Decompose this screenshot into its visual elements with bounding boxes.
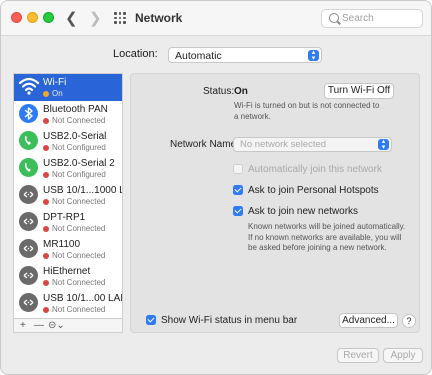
search-icon	[329, 13, 339, 23]
status-dot-icon	[43, 171, 49, 178]
show-wifi-status-label: Show Wi-Fi status in menu bar	[161, 315, 298, 326]
revert-button[interactable]: Revert	[337, 348, 379, 363]
status-dot-icon	[43, 225, 49, 232]
service-name: HiEthernet	[43, 266, 91, 277]
service-name: USB 10/1...1000 LAN	[43, 185, 122, 196]
search-input[interactable]	[342, 12, 420, 25]
popup-arrows-icon: ▴ ▾	[308, 49, 319, 62]
window-title: Network	[135, 11, 183, 25]
location-label: Location:	[113, 48, 158, 60]
wifi-detail-panel: Status: On Turn Wi-Fi Off Wi-Fi is turne…	[130, 73, 420, 333]
show-wifi-status-checkbox[interactable]	[146, 315, 156, 325]
status-description: Wi-Fi is turned on but is not connected …	[234, 101, 380, 121]
status-label: Status:	[203, 86, 235, 97]
advanced-button[interactable]: Advanced...	[339, 313, 398, 328]
service-wifi[interactable]: Wi-Fi On	[14, 74, 122, 101]
back-chevron-icon[interactable]: ❮	[65, 9, 78, 27]
service-status: Not Connected	[43, 197, 105, 206]
service-name: USB2.0-Serial 2	[43, 158, 115, 169]
close-window-button[interactable]	[11, 12, 22, 23]
ethernet-icon	[19, 293, 38, 312]
status-dot-icon	[43, 252, 49, 259]
bluetooth-icon	[19, 104, 38, 123]
status-dot-icon	[43, 117, 49, 124]
network-name-label: Network Name:	[170, 139, 239, 150]
service-status: Not Connected	[43, 278, 105, 287]
ethernet-icon	[19, 185, 38, 204]
service-status: Not Connected	[43, 305, 105, 314]
network-name-popup[interactable]: No network selected ▴ ▾	[233, 137, 392, 152]
search-field[interactable]	[321, 9, 423, 28]
location-value: Automatic	[175, 50, 222, 62]
zoom-window-button[interactable]	[43, 12, 54, 23]
service-name: DPT-RP1	[43, 212, 86, 223]
service-status: On	[43, 89, 63, 98]
personal-hotspots-checkbox[interactable]	[233, 185, 243, 195]
status-dot-icon	[43, 90, 49, 97]
status-dot-icon	[43, 279, 49, 286]
service-status: Not Connected	[43, 251, 105, 260]
service-usb-lan-2[interactable]: USB 10/1...00 LAN 2 Not Connected	[14, 290, 122, 317]
personal-hotspots-label: Ask to join Personal Hotspots	[248, 185, 379, 196]
service-hiethernet[interactable]: HiEthernet Not Connected	[14, 263, 122, 290]
ethernet-icon	[19, 212, 38, 231]
action-menu-button[interactable]: ⊝⌄	[48, 320, 65, 331]
service-status: Not Connected	[43, 224, 105, 233]
auto-join-checkbox[interactable]	[233, 164, 243, 174]
service-name: USB2.0-Serial	[43, 131, 107, 142]
location-popup[interactable]: Automatic ▴ ▾	[168, 47, 322, 63]
service-name: Bluetooth PAN	[43, 104, 108, 115]
service-status: Not Configured	[43, 170, 106, 179]
service-list-controls: + — ⊝⌄	[13, 318, 123, 333]
service-name: MR1100	[43, 239, 81, 250]
service-status: Not Configured	[43, 143, 106, 152]
status-dot-icon	[43, 306, 49, 313]
service-name: Wi-Fi	[43, 77, 67, 88]
service-status: Not Connected	[43, 116, 105, 125]
title-bar: ❮ ❯ Network	[1, 1, 431, 36]
service-list: Wi-Fi On Bluetooth PAN Not Connected USB…	[13, 73, 123, 319]
add-service-button[interactable]: +	[20, 320, 26, 331]
turn-wifi-off-button[interactable]: Turn Wi-Fi Off	[324, 83, 394, 99]
status-value: On	[234, 86, 248, 97]
new-networks-checkbox[interactable]	[233, 206, 243, 216]
ethernet-icon	[19, 239, 38, 258]
status-dot-icon	[43, 144, 49, 151]
show-all-grid-icon[interactable]	[114, 12, 126, 24]
service-dpt-rp1[interactable]: DPT-RP1 Not Connected	[14, 209, 122, 236]
apply-button[interactable]: Apply	[383, 348, 423, 363]
status-dot-icon	[43, 198, 49, 205]
minimize-window-button[interactable]	[27, 12, 38, 23]
network-name-placeholder: No network selected	[240, 139, 327, 150]
service-mr1100[interactable]: MR1100 Not Connected	[14, 236, 122, 263]
ethernet-icon	[19, 266, 38, 285]
service-bluetooth-pan[interactable]: Bluetooth PAN Not Connected	[14, 101, 122, 128]
remove-service-button[interactable]: —	[34, 320, 44, 331]
auto-join-label: Automatically join this network	[248, 164, 382, 175]
wifi-icon	[18, 77, 40, 95]
help-button[interactable]: ?	[402, 314, 416, 328]
service-usb-serial-2[interactable]: USB2.0-Serial 2 Not Configured	[14, 155, 122, 182]
service-name: USB 10/1...00 LAN 2	[43, 293, 122, 304]
popup-arrows-icon: ▴ ▾	[378, 138, 389, 151]
service-usb-lan[interactable]: USB 10/1...1000 LAN Not Connected	[14, 182, 122, 209]
phone-icon	[19, 131, 38, 150]
phone-icon	[19, 158, 38, 177]
network-preferences-window: ❮ ❯ Network Location: Automatic ▴▾ Wi-Fi	[0, 0, 432, 375]
new-networks-label: Ask to join new networks	[248, 206, 359, 217]
new-networks-description: Known networks will be joined automatica…	[248, 222, 406, 252]
forward-chevron-icon[interactable]: ❯	[89, 9, 102, 27]
service-usb-serial[interactable]: USB2.0-Serial Not Configured	[14, 128, 122, 155]
